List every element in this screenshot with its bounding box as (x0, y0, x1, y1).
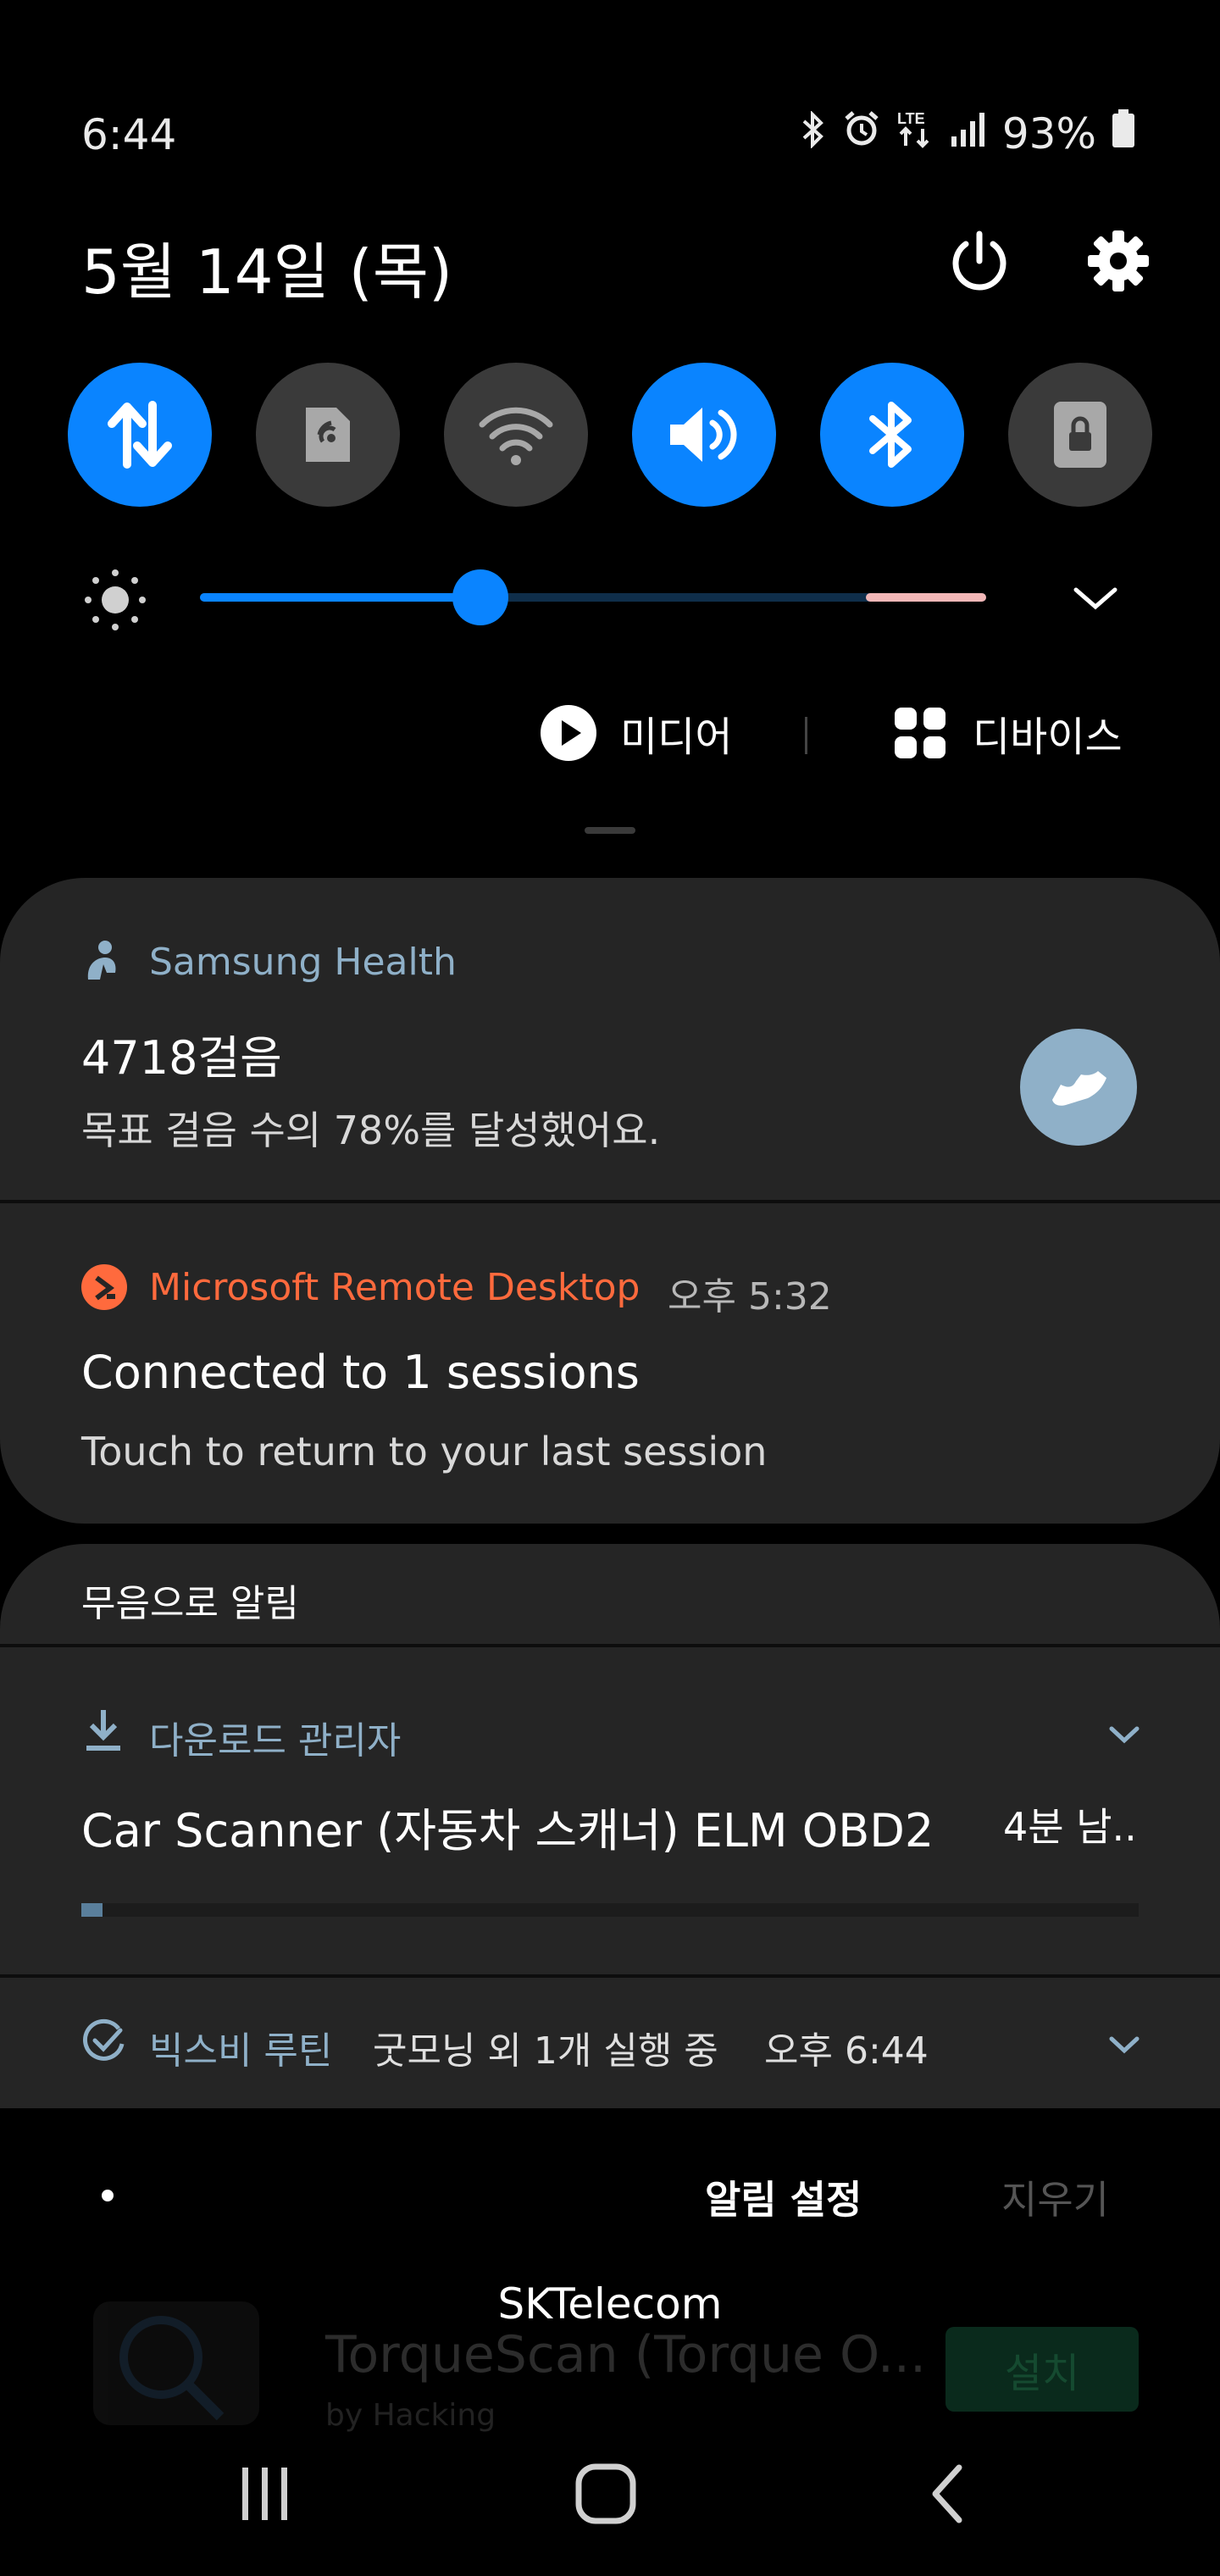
devices-button[interactable]: 디바이스 (893, 703, 1123, 763)
svg-text:LTE: LTE (897, 110, 925, 127)
sound-toggle[interactable] (632, 363, 776, 507)
brightness-high-zone (866, 593, 986, 602)
remote-app-icon (81, 1264, 127, 1310)
wifi-icon (479, 407, 553, 465)
media-button[interactable]: 미디어 (539, 703, 732, 763)
chevron-down-icon (1073, 587, 1117, 610)
battery-percent: 93% (1001, 109, 1096, 158)
routine-check-icon (81, 2018, 127, 2068)
battery-icon (1112, 109, 1135, 158)
remote-body: Touch to return to your last session (81, 1429, 768, 1474)
background-app-title: TorqueScan (Torque O... (325, 2325, 927, 2384)
recents-icon (242, 2468, 287, 2520)
date-label: 5월 14일 (목) (81, 236, 453, 308)
lte-status-icon: LTE (897, 108, 934, 159)
bluetooth-icon (869, 402, 912, 468)
status-time: 6:44 (81, 110, 177, 159)
background-app-subtitle: by Hacking (325, 2398, 496, 2432)
download-title: Car Scanner (자동차 스캐너) ELM OBD2 (81, 1804, 934, 1857)
wifi-toggle[interactable] (444, 363, 588, 507)
gear-icon (1088, 230, 1149, 291)
remote-time: 오후 5:32 (668, 1275, 832, 1319)
expand-panel-button[interactable] (1069, 576, 1122, 622)
silent-section-title: 무음으로 알림 (81, 1582, 299, 1625)
health-body: 목표 걸음 수의 78%를 달성했어요. (81, 1108, 661, 1153)
data-arrows-icon (108, 401, 172, 469)
chevron-down-icon (1109, 2036, 1140, 2054)
download-app-name: 다운로드 관리자 (149, 1719, 402, 1763)
brightness-slider-fill (200, 593, 480, 602)
signal-status-icon (950, 109, 987, 158)
back-icon (932, 2464, 962, 2523)
clear-all-button[interactable]: 지우기 (1001, 2169, 1109, 2225)
alarm-status-icon (841, 108, 882, 159)
nfc-toggle[interactable] (256, 363, 400, 507)
remote-app-name: Microsoft Remote Desktop (149, 1266, 640, 1309)
screen-lock-toggle[interactable] (1008, 363, 1152, 507)
health-app-name: Samsung Health (149, 941, 457, 984)
status-icons: LTE 93% (801, 108, 1135, 159)
download-expand-button[interactable] (1106, 1720, 1142, 1752)
play-icon (541, 705, 596, 761)
nfc-icon (306, 408, 350, 462)
download-icon (85, 1707, 122, 1756)
health-title: 4718걸음 (81, 1031, 282, 1085)
devices-grid-icon (895, 708, 946, 758)
panel-drag-handle[interactable] (585, 827, 635, 834)
volume-icon (670, 408, 737, 462)
bixby-body: 굿모닝 외 1개 실행 중 (373, 2029, 718, 2073)
media-label: 미디어 (620, 713, 733, 761)
bluetooth-toggle[interactable] (820, 363, 964, 507)
download-remaining: 4분 남.. (1003, 1804, 1137, 1850)
lock-icon (1054, 402, 1106, 468)
bixby-app-name: 빅스비 루틴 (149, 2029, 333, 2073)
bluetooth-status-icon (801, 109, 826, 158)
bixby-time: 오후 6:44 (764, 2029, 929, 2073)
health-shoe-icon (1020, 1029, 1137, 1146)
download-progress-track (81, 1903, 1139, 1917)
home-icon (575, 2463, 636, 2524)
home-button[interactable] (574, 2462, 637, 2529)
back-button[interactable] (923, 2462, 974, 2529)
bixby-expand-button[interactable] (1106, 2030, 1142, 2062)
devices-label: 디바이스 (973, 713, 1123, 761)
carrier-label: SKTelecom (497, 2279, 723, 2329)
chevron-down-icon (1109, 1726, 1140, 1744)
media-row-divider (805, 717, 807, 754)
health-app-icon (81, 939, 124, 988)
mobile-data-toggle[interactable] (68, 363, 212, 507)
download-progress-fill (81, 1903, 103, 1917)
brightness-slider-thumb[interactable] (452, 569, 508, 625)
recents-button[interactable] (236, 2464, 295, 2527)
background-install-button: 설치 (946, 2327, 1139, 2412)
power-button[interactable] (946, 227, 1013, 295)
power-icon (952, 230, 1006, 291)
brightness-icon (83, 568, 147, 636)
settings-button[interactable] (1084, 227, 1152, 295)
page-indicator-dot (102, 2190, 114, 2201)
remote-title: Connected to 1 sessions (81, 1346, 640, 1399)
notification-settings-button[interactable]: 알림 설정 (705, 2169, 862, 2225)
